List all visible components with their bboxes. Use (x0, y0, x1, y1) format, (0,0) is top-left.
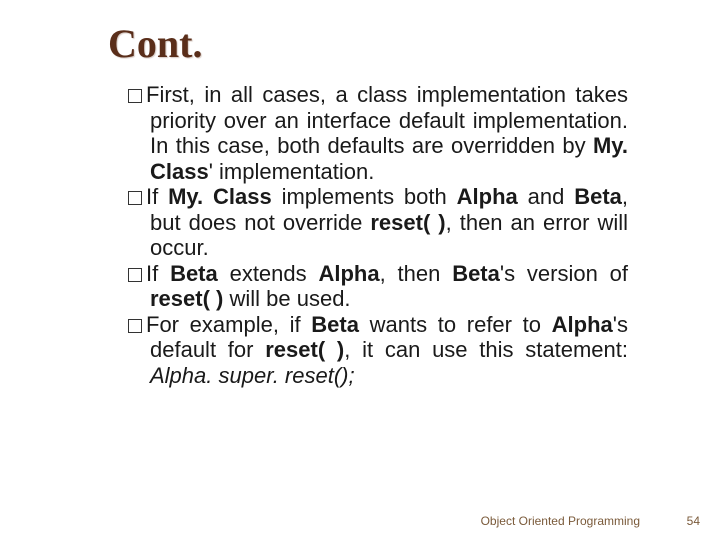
square-bullet-icon (128, 268, 142, 282)
bullet-item: For example, if Beta wants to refer to A… (128, 312, 628, 389)
bullet-item: If Beta extends Alpha, then Beta's versi… (128, 261, 628, 312)
bold-text: Beta (170, 261, 218, 286)
text: extends (218, 261, 319, 286)
text: If (146, 184, 168, 209)
footer-label: Object Oriented Programming (481, 514, 640, 528)
bold-text: Alpha (552, 312, 613, 337)
text: ' implementation. (209, 159, 375, 184)
text: 's version of (500, 261, 628, 286)
slide: Cont. First, in all cases, a class imple… (0, 0, 720, 540)
text: wants to refer to (359, 312, 552, 337)
text: , then (380, 261, 453, 286)
bold-text: Beta (452, 261, 500, 286)
text: implements both (272, 184, 457, 209)
bold-text: Alpha (457, 184, 518, 209)
text: and (518, 184, 574, 209)
square-bullet-icon (128, 319, 142, 333)
bold-text: Beta (574, 184, 622, 209)
bullet-item: If My. Class implements both Alpha and B… (128, 184, 628, 261)
bullet-item: First, in all cases, a class implementat… (128, 82, 628, 184)
page-number: 54 (687, 514, 700, 528)
square-bullet-icon (128, 191, 142, 205)
text: will be used. (223, 286, 350, 311)
bold-text: reset( ) (150, 286, 223, 311)
bold-text: reset( ) (370, 210, 445, 235)
italic-text: Alpha. super. reset(); (150, 363, 355, 388)
slide-title: Cont. (108, 20, 202, 67)
text: , it can use this statement: (344, 337, 628, 362)
text: First, in all cases, a class implementat… (146, 82, 628, 158)
bold-text: My. Class (168, 184, 272, 209)
bold-text: reset( ) (265, 337, 344, 362)
content-block: First, in all cases, a class implementat… (128, 82, 628, 388)
square-bullet-icon (128, 89, 142, 103)
bold-text: Alpha (318, 261, 379, 286)
text: If (146, 261, 170, 286)
bold-text: Beta (311, 312, 359, 337)
text: For example, if (146, 312, 311, 337)
